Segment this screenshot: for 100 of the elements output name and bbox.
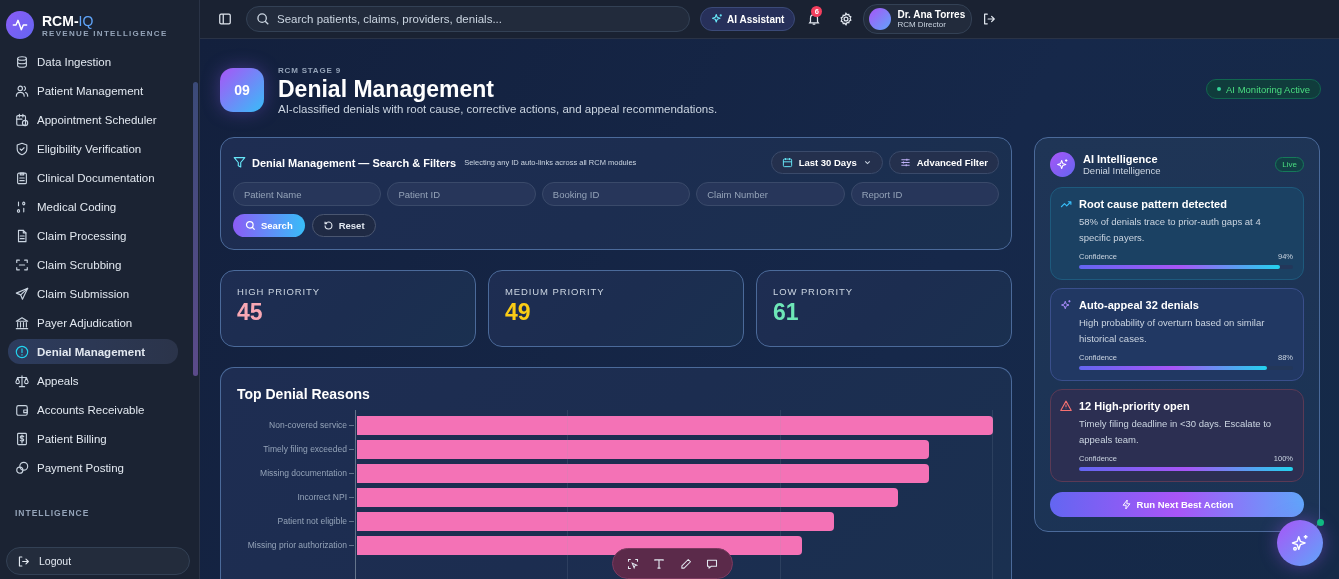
stage-badge: 09	[220, 68, 264, 112]
bar-label: Missing documentation	[259, 469, 347, 478]
settings-icon[interactable]	[839, 12, 854, 26]
sidebar-item[interactable]: Payer Adjudication	[8, 310, 178, 335]
stage-label: RCM STAGE 9	[278, 65, 342, 75]
insight-title: 12 High-priority open	[1079, 400, 1190, 412]
search-icon	[256, 12, 270, 26]
sparkles-icon	[1050, 152, 1075, 177]
sidebar-item[interactable]: Accounts Receivable	[8, 397, 178, 422]
stat-label: LOW PRIORITY	[773, 286, 854, 297]
bar-label: Patient not eligible	[276, 517, 347, 526]
sidebar-item[interactable]: Patient Billing	[8, 426, 178, 451]
page-title: Denial Management	[278, 74, 495, 103]
user-name: Dr. Ana Torres	[897, 9, 966, 20]
clipboard-icon	[15, 170, 29, 185]
warning-icon	[1060, 400, 1072, 412]
dollar-receipt-icon	[15, 431, 29, 446]
logout-button[interactable]: Logout	[6, 547, 190, 575]
database-icon	[15, 54, 29, 69]
sparkles-icon	[1060, 299, 1072, 311]
lightning-icon	[1120, 499, 1132, 510]
scan-icon	[15, 257, 29, 272]
document-icon	[15, 228, 29, 243]
sidebar-item[interactable]: Appointment Scheduler	[8, 107, 178, 132]
bar-label: Incorrect NPI	[296, 493, 347, 502]
input-field[interactable]: Patient Name	[233, 182, 382, 206]
sidebar-item[interactable]: Patient Management	[8, 78, 178, 103]
user-menu[interactable]: Dr. Ana Torres RCM Director	[863, 4, 973, 34]
run-action-button[interactable]: Run Next Best Action	[1050, 492, 1304, 517]
pulse-logo-icon	[6, 11, 34, 39]
chevron-down-icon	[862, 158, 872, 167]
coins-icon	[15, 460, 29, 475]
sparkles-icon	[1290, 533, 1310, 553]
avatar	[869, 8, 892, 30]
sidebar-item[interactable]: Medical Coding	[8, 194, 178, 219]
pencil-icon[interactable]	[679, 557, 692, 570]
logout-icon	[17, 554, 30, 568]
users-icon	[15, 83, 29, 98]
sidebar-item[interactable]: Claim Processing	[8, 223, 178, 248]
input-field[interactable]: Booking ID	[541, 182, 691, 206]
insight-title: Auto-appeal 32 denials	[1079, 299, 1199, 311]
filter-icon	[233, 156, 246, 169]
comment-icon[interactable]	[705, 557, 718, 570]
reset-icon	[322, 220, 334, 231]
sidebar-item[interactable]: Eligibility Verification	[8, 136, 178, 161]
sidebar-toggle-icon[interactable]	[218, 12, 232, 26]
sidebar-item[interactable]: Appeals	[8, 368, 178, 393]
bell-icon[interactable]	[807, 12, 822, 26]
text-tool-icon[interactable]	[653, 557, 666, 570]
ai-assistant-button[interactable]: AI Assistant	[700, 7, 796, 31]
bar-label: Missing prior authorization	[246, 541, 347, 550]
sidebar-item[interactable]: Payment Posting	[8, 455, 178, 480]
sliders-icon	[899, 157, 911, 168]
insight-text: 58% of denials trace to prior-auth gaps at 4 specific payers.	[1079, 215, 1262, 245]
search-field[interactable]: Search patients, claims, providers, denials...	[246, 6, 690, 32]
sparkles-icon	[711, 13, 723, 25]
wallet-icon	[15, 402, 29, 417]
sidebar-item[interactable]: Denial Management	[8, 339, 178, 364]
bank-icon	[15, 315, 29, 330]
scale-icon	[15, 373, 29, 388]
insight-title: Root cause pattern detected	[1079, 198, 1227, 210]
stat-value: 61	[773, 299, 800, 326]
search-icon	[245, 220, 256, 231]
sidebar-item[interactable]: Data Ingestion	[8, 49, 178, 74]
scrollbar[interactable]	[193, 82, 198, 376]
input-field[interactable]: Claim Number	[696, 182, 845, 206]
app-tagline: REVENUE INTELLIGENCE	[42, 28, 168, 38]
sidebar-item[interactable]: Claim Scrubbing	[8, 252, 178, 277]
bar-label: Non-covered service	[268, 421, 347, 430]
user-role: RCM Director	[897, 20, 947, 29]
section-heading: INTELLIGENCE	[14, 507, 91, 518]
calendar-icon	[781, 157, 793, 168]
stat-value: 45	[237, 299, 264, 326]
shield-icon	[15, 141, 29, 156]
page-subtitle: AI-classified denials with root cause, corrective actions, and appeal recommendations.	[278, 102, 719, 115]
stat-label: HIGH PRIORITY	[237, 286, 321, 297]
sidebar-item[interactable]: Clinical Documentation	[8, 165, 178, 190]
input-field[interactable]: Patient ID	[387, 182, 536, 206]
insight-text: Timely filing deadline in <30 days. Escalate to appeals team.	[1079, 417, 1273, 447]
panel-subtitle: Denial Intelligence	[1083, 165, 1161, 176]
chart-title: Top Denial Reasons	[237, 386, 371, 402]
live-badge: Live	[1275, 157, 1304, 172]
trend-up-icon	[1060, 198, 1072, 210]
date-range-dropdown[interactable]: Last 30 Days	[770, 151, 883, 174]
select-icon[interactable]	[627, 557, 640, 570]
input-field[interactable]: Report ID	[850, 182, 1000, 206]
stat-value: 49	[505, 299, 532, 326]
reset-button[interactable]: Reset	[311, 214, 376, 237]
app-name: RCM-IQ	[42, 12, 94, 29]
panel-title: AI Intelligence	[1083, 153, 1159, 165]
calendar-clock-icon	[15, 112, 29, 127]
bar-label: Timely filing exceeded	[262, 445, 347, 454]
stat-label: MEDIUM PRIORITY	[505, 286, 606, 297]
logout-icon[interactable]	[982, 12, 997, 26]
advanced-filter-button[interactable]: Advanced Filter	[888, 151, 999, 174]
sidebar-item[interactable]: Claim Submission	[8, 281, 178, 306]
send-icon	[15, 286, 29, 301]
online-dot	[1317, 519, 1324, 526]
insight-text: High probability of overturn based on similar historical cases.	[1079, 316, 1266, 346]
alert-circle-icon	[15, 344, 29, 359]
